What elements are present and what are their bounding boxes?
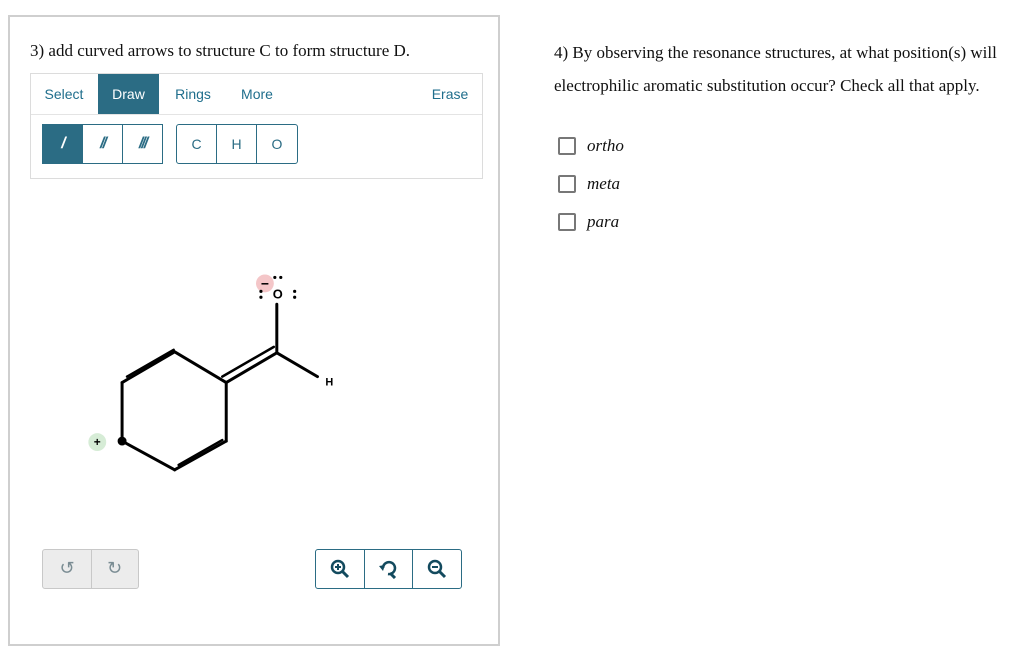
redo-button[interactable]: ↻ <box>91 550 138 588</box>
option-ortho[interactable]: ortho <box>558 136 718 159</box>
exocyclic-double-bond-line <box>221 345 276 378</box>
undo-button[interactable]: ↺ <box>43 550 92 588</box>
checkbox-para[interactable] <box>558 213 576 231</box>
carbocation-atom[interactable] <box>117 436 127 446</box>
positive-charge-label: + <box>94 435 101 449</box>
benzene-ring-bonds <box>120 302 319 472</box>
question-4-prompt: 4) By observing the resonance structures… <box>554 43 997 95</box>
history-controls: ↺ ↻ <box>42 549 139 589</box>
option-para[interactable]: para <box>558 212 718 235</box>
carbon-hydrogen-bond[interactable] <box>275 351 319 379</box>
undo-icon: ↺ <box>59 558 75 579</box>
option-para-label: para <box>587 212 620 231</box>
question-3-panel: 3) add curved arrows to structure C to f… <box>8 15 500 646</box>
zoom-out-button[interactable] <box>413 550 461 588</box>
redo-icon: ↻ <box>106 558 123 579</box>
reset-zoom-icon <box>379 560 397 580</box>
ring-double-bond-line <box>177 438 224 467</box>
hydrogen-atom[interactable]: H <box>325 377 333 389</box>
oxygen-atom[interactable]: O <box>273 286 283 301</box>
ring-bond[interactable] <box>120 439 177 472</box>
reset-zoom-button[interactable] <box>364 550 413 588</box>
checkbox-ortho[interactable] <box>558 137 576 155</box>
ring-bond[interactable] <box>173 439 228 472</box>
zoom-out-icon <box>427 559 447 579</box>
zoom-in-button[interactable] <box>316 550 365 588</box>
option-meta[interactable]: meta <box>558 174 718 197</box>
option-meta-label: meta <box>587 174 621 193</box>
ring-bond[interactable] <box>120 350 177 385</box>
ring-bond[interactable] <box>173 350 228 385</box>
ring-double-bond-line <box>125 348 175 378</box>
zoom-controls <box>315 549 462 589</box>
checkbox-meta[interactable] <box>558 175 576 193</box>
exocyclic-double-bond[interactable] <box>224 351 279 385</box>
zoom-in-icon <box>330 559 350 579</box>
negative-charge-label: − <box>261 275 269 291</box>
option-ortho-label: ortho <box>587 136 624 155</box>
